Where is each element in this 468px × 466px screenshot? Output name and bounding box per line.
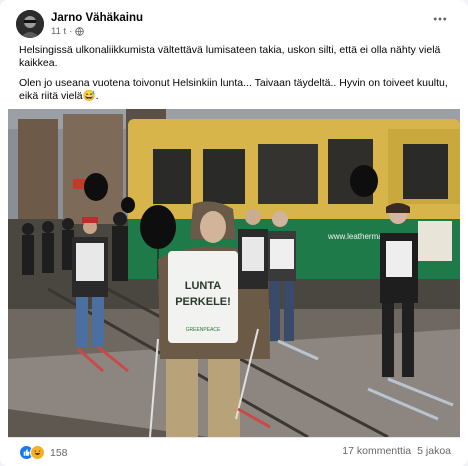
author-name[interactable]: Jarno Vähäkainu xyxy=(51,12,143,24)
post-time[interactable]: 11 t xyxy=(51,26,66,37)
post-footer: 158 17 kommenttia 5 jakoa xyxy=(0,438,468,466)
reactions-count: 158 xyxy=(50,446,68,459)
post-header: Jarno Vähäkainu 11 t · xyxy=(16,10,456,40)
sign-small: GREENPEACE xyxy=(186,327,221,333)
sign-line-2: PERKELE! xyxy=(175,296,231,308)
globe-icon xyxy=(75,27,85,36)
shares-count[interactable]: 5 jakoa xyxy=(417,445,451,457)
comments-count[interactable]: 17 kommenttia xyxy=(342,445,411,457)
engagement-counts: 17 kommenttia 5 jakoa xyxy=(342,445,451,457)
post-text: Helsingissä ulkonaliikkumista vältettävä… xyxy=(19,44,449,110)
reactions-summary[interactable]: 158 xyxy=(19,445,68,460)
post-paragraph-2: Olen jo useana vuotena toivonut Helsinki… xyxy=(19,77,448,102)
post-meta: 11 t · xyxy=(51,26,85,37)
post-card: Jarno Vähäkainu 11 t · Helsingissä ulkon… xyxy=(0,0,468,466)
haha-icon xyxy=(30,445,45,460)
meta-separator: · xyxy=(69,26,73,37)
sign-line-1: LUNTA xyxy=(185,280,222,292)
more-options-icon[interactable] xyxy=(430,14,450,28)
avatar[interactable] xyxy=(16,10,44,38)
post-paragraph-1: Helsingissä ulkonaliikkumista vältettävä… xyxy=(19,44,441,69)
post-photo[interactable]: www.leatherman.fi LUNTA PERKELE! GREENPE… xyxy=(8,109,460,437)
